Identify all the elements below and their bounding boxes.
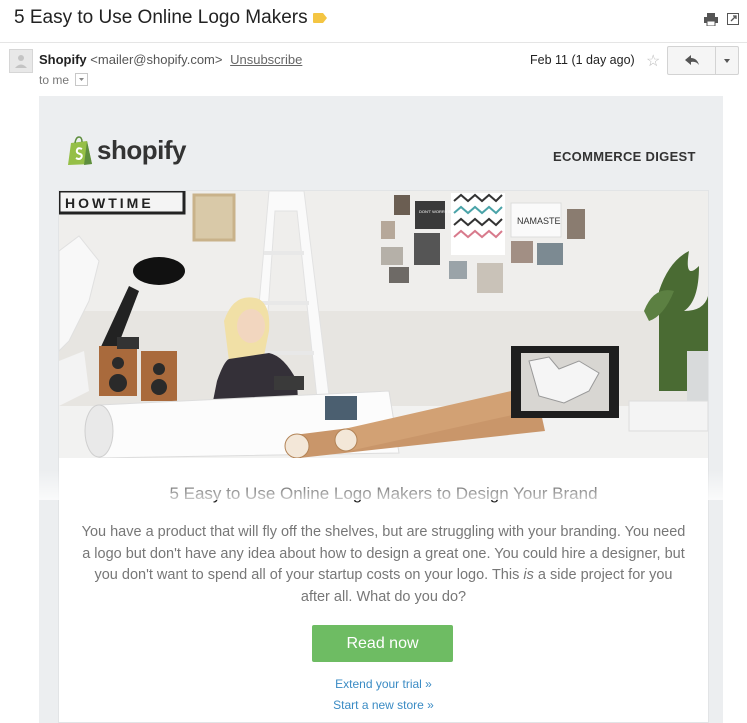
sender-line: Shopify <mailer@shopify.com> Unsubscribe: [39, 52, 302, 67]
new-window-icon[interactable]: [727, 13, 739, 25]
avatar: [9, 49, 33, 73]
print-icon[interactable]: [704, 13, 718, 26]
section-title: ECOMMERCE DIGEST: [553, 149, 696, 164]
recipient-line: to me: [39, 73, 89, 87]
scroll-fade-overlay: [0, 470, 747, 500]
wall-sign-text: HOWTIME: [65, 195, 154, 211]
recipient-text: to me: [39, 73, 70, 87]
shopify-logo[interactable]: shopify: [97, 135, 186, 166]
shopify-bag-icon: [68, 136, 92, 165]
star-icon[interactable]: ☆: [646, 51, 660, 71]
extend-trial-link[interactable]: Extend your trial »: [59, 677, 708, 691]
reply-button-group: [667, 46, 739, 75]
email-subject: 5 Easy to Use Online Logo Makers: [14, 7, 308, 28]
hero-image[interactable]: HOWTIME DON'T WORRY BE HAPPY NAMASTE: [59, 191, 708, 458]
label-icon[interactable]: [313, 13, 327, 23]
email-body: shopify ECOMMERCE DIGEST HOWTIME DON'T W…: [39, 96, 723, 723]
unsubscribe-link[interactable]: Unsubscribe: [230, 52, 302, 67]
start-new-store-link[interactable]: Start a new store »: [59, 698, 708, 712]
subject-bar: 5 Easy to Use Online Logo Makers: [0, 0, 747, 42]
avatar-icon: [15, 55, 27, 68]
reply-button[interactable]: [668, 47, 715, 74]
article-body-emphasis: is: [523, 567, 534, 583]
read-now-button[interactable]: Read now: [312, 625, 453, 662]
details-toggle[interactable]: [75, 73, 89, 87]
header-divider: [0, 42, 747, 43]
more-options-icon: [724, 59, 730, 63]
article-card: HOWTIME DON'T WORRY BE HAPPY NAMASTE You…: [58, 190, 709, 723]
reply-icon: [685, 55, 699, 65]
wall-sign-namaste: NAMASTE: [517, 216, 561, 226]
dropdown-caret-icon: [79, 78, 85, 82]
more-options-button[interactable]: [716, 47, 738, 74]
sender-email: <mailer@shopify.com>: [90, 52, 223, 67]
sender-name[interactable]: Shopify: [39, 52, 87, 67]
article-body: You have a product that will fly off the…: [81, 522, 686, 608]
email-date: Feb 11 (1 day ago): [530, 53, 635, 67]
